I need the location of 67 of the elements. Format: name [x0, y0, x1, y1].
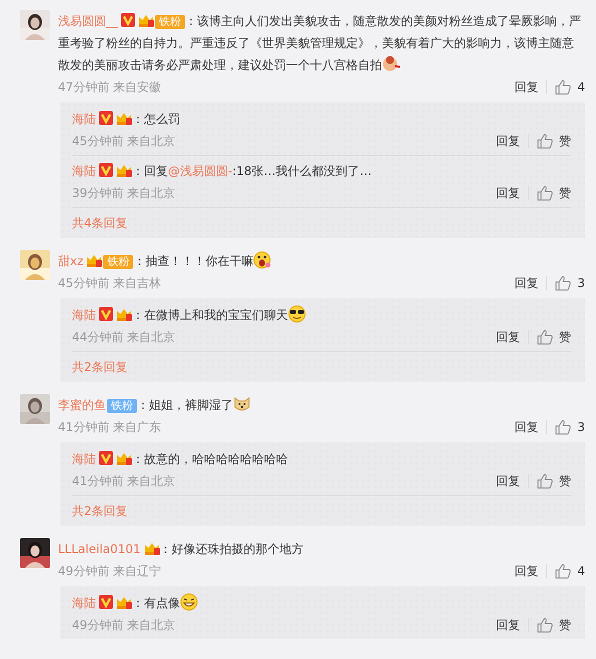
- thumbs-up-icon: [555, 79, 572, 95]
- thumbs-up-icon: [537, 133, 553, 149]
- comment-text: 李蜜的鱼 铁粉 ：姐姐，裤脚湿了: [58, 394, 585, 416]
- like-button[interactable]: 3: [555, 416, 585, 438]
- comment-meta: 41分钟前 来自广东: [58, 419, 162, 436]
- comment-text: 海陆 ：怎么罚: [72, 110, 181, 128]
- thumbs-up-icon: [555, 275, 572, 291]
- comment-meta: 49分钟前 来自北京: [72, 617, 176, 634]
- reply-link[interactable]: 回复: [514, 76, 538, 98]
- crown-icon: [116, 307, 132, 321]
- reply-link[interactable]: 回复: [514, 272, 538, 294]
- thumbs-up-icon: [537, 473, 553, 489]
- reply-link[interactable]: 回复: [514, 416, 538, 438]
- crown-icon: [116, 595, 132, 609]
- reply-link[interactable]: 回复: [496, 470, 520, 492]
- thumbs-up-icon: [537, 329, 553, 345]
- crown-icon: [116, 111, 132, 125]
- sunglasses-emoji-icon: [288, 305, 306, 323]
- comment-text: 海陆 ：故意的，哈哈哈哈哈哈哈哈: [72, 450, 289, 468]
- comment-text: 海陆 ：在微博上和我的宝宝们聊天: [72, 304, 571, 326]
- verified-icon: [121, 13, 135, 27]
- reply-link[interactable]: 回复: [496, 182, 520, 204]
- thumbs-up-icon: [537, 185, 553, 201]
- reply-link[interactable]: 回复: [496, 326, 520, 348]
- emoji-icon: [180, 593, 198, 611]
- like-button[interactable]: 赞: [537, 470, 571, 492]
- comment-text: 海陆 ：有点像: [72, 592, 571, 614]
- fan-badge: 铁粉: [107, 399, 137, 413]
- comment-text: LLLaleila0101 ：好像还珠拍摄的那个地方: [58, 540, 305, 558]
- crown-icon: [144, 541, 160, 555]
- comment-text: 浅易圆圆__ 铁粉 ：该博主向人们发出美貌攻击，随意散发的美颜对粉丝造成了晕厥影响，严重考验了粉丝的自持力。严重违反了《世界美貌管理规定》，美貌有着广大的影响力，该博主随意散发的美丽攻击请务必严肃处理，建议处罚一个十八宫格自拍: [58, 12, 582, 75]
- crown-icon: [116, 451, 132, 465]
- crown-icon: [116, 163, 132, 177]
- comment-text: 甜xz 铁粉 ：抽查！！！你在干嘛: [58, 250, 585, 272]
- like-button[interactable]: 3: [555, 272, 585, 294]
- like-button[interactable]: 赞: [537, 326, 571, 348]
- verified-icon: [99, 111, 113, 125]
- fan-badge: 铁粉: [155, 15, 185, 29]
- reply-link[interactable]: 回复: [514, 560, 538, 582]
- verified-icon: [99, 307, 113, 321]
- sticker-icon: [382, 55, 400, 73]
- reply-link[interactable]: 回复: [496, 614, 520, 636]
- comment-meta: 49分钟前 来自辽宁: [58, 563, 162, 580]
- comment-meta: 45分钟前 来自吉林: [58, 275, 162, 292]
- comment-text: 海陆 ：回复@浅易圆圆-:18张…我什么都没到了…: [72, 162, 373, 180]
- thumbs-up-icon: [537, 617, 553, 633]
- comment-meta: 41分钟前 来自北京: [72, 473, 176, 490]
- comment-meta: 39分钟前 来自北京: [72, 185, 176, 202]
- verified-icon: [99, 595, 113, 609]
- emoji-icon: [253, 251, 272, 269]
- like-button[interactable]: 赞: [537, 130, 571, 152]
- reply-link[interactable]: 回复: [496, 130, 520, 152]
- fan-badge: 铁粉: [103, 255, 134, 269]
- like-button[interactable]: 4: [555, 76, 585, 98]
- like-button[interactable]: 赞: [537, 182, 571, 204]
- like-button[interactable]: 赞: [537, 614, 571, 636]
- thumbs-up-icon: [555, 419, 572, 435]
- like-button[interactable]: 4: [555, 560, 585, 582]
- verified-icon: [99, 163, 113, 177]
- crown-icon: [138, 13, 154, 27]
- thumbs-up-icon: [555, 563, 572, 579]
- comment-meta: 45分钟前 来自北京: [72, 133, 176, 150]
- verified-icon: [99, 451, 113, 465]
- comment-meta: 47分钟前 来自安徽: [58, 79, 162, 96]
- crown-icon: [86, 253, 102, 267]
- comment-meta: 44分钟前 来自北京: [72, 329, 176, 346]
- dog-face-icon: [233, 395, 251, 413]
